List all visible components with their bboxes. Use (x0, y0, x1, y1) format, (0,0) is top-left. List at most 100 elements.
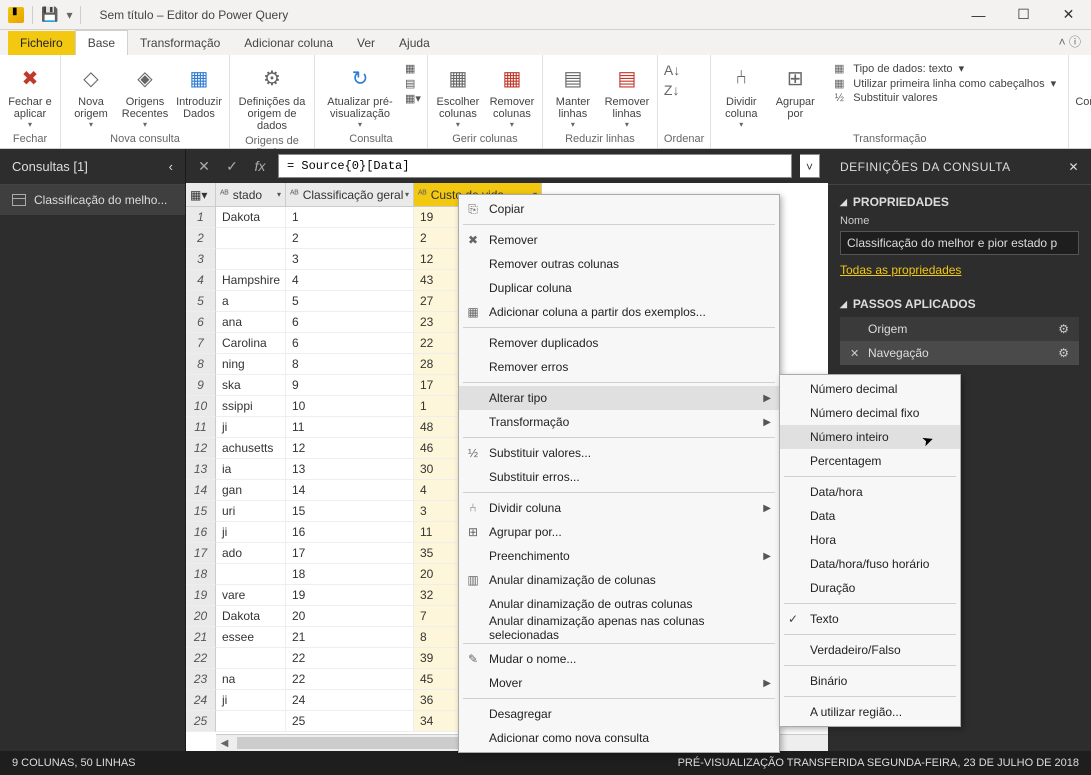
row-number[interactable]: 7 (186, 333, 216, 354)
minimize-button[interactable]: — (956, 0, 1001, 30)
applied-steps-section[interactable]: PASSOS APLICADOS (840, 297, 1079, 311)
row-number[interactable]: 4 (186, 270, 216, 291)
formula-expand[interactable]: ˅ (800, 154, 820, 178)
cell[interactable]: 3 (286, 249, 414, 270)
refresh-preview-button[interactable]: ↻Atualizar pré-visualização▾ (321, 58, 399, 129)
sort-desc-button[interactable]: Z↓ (664, 82, 680, 98)
context-menu-item[interactable]: Alterar tipo▶ (459, 386, 779, 410)
cell[interactable]: 14 (286, 480, 414, 501)
delete-step-icon[interactable]: ✕ (850, 347, 859, 360)
cell[interactable]: ji (216, 417, 286, 438)
context-menu-item[interactable]: ⊞Agrupar por... (459, 520, 779, 544)
row-number[interactable]: 21 (186, 627, 216, 648)
context-menu-item[interactable]: Anular dinamização de outras colunas (459, 592, 779, 616)
cell[interactable]: Dakota (216, 207, 286, 228)
row-number[interactable]: 8 (186, 354, 216, 375)
cell[interactable]: 21 (286, 627, 414, 648)
submenu-item[interactable]: Texto (780, 607, 960, 631)
cell[interactable]: Carolina (216, 333, 286, 354)
fx-icon[interactable]: fx (250, 158, 270, 174)
submenu-item[interactable]: Verdadeiro/Falso (780, 638, 960, 662)
choose-columns-button[interactable]: ▦Escolher colunas▾ (434, 58, 482, 129)
cell[interactable]: 1 (286, 207, 414, 228)
corner-header[interactable]: ▦▾ (186, 183, 216, 207)
gear-icon[interactable]: ⚙ (1058, 322, 1069, 336)
row-number[interactable]: 18 (186, 564, 216, 585)
context-menu-item[interactable]: Anular dinamização apenas nas colunas se… (459, 616, 779, 640)
tab-file[interactable]: Ficheiro (8, 31, 75, 55)
cell[interactable]: 12 (286, 438, 414, 459)
submenu-item[interactable]: Data (780, 504, 960, 528)
cell[interactable]: 19 (286, 585, 414, 606)
context-menu-item[interactable]: Duplicar coluna (459, 276, 779, 300)
cell[interactable]: vare (216, 585, 286, 606)
new-source-button[interactable]: ◇Nova origem▾ (67, 58, 115, 129)
cell[interactable]: 11 (286, 417, 414, 438)
cell[interactable] (216, 648, 286, 669)
row-number[interactable]: 14 (186, 480, 216, 501)
cell[interactable]: 20 (286, 606, 414, 627)
row-number[interactable]: 5 (186, 291, 216, 312)
cell[interactable]: 24 (286, 690, 414, 711)
query-item[interactable]: Classificação do melho... (0, 185, 185, 215)
cell[interactable]: achusetts (216, 438, 286, 459)
row-number[interactable]: 9 (186, 375, 216, 396)
close-apply-button[interactable]: ✖ Fechar e aplicar▾ (6, 58, 54, 129)
submenu-item[interactable]: Duração (780, 576, 960, 600)
cell[interactable]: uri (216, 501, 286, 522)
row-number[interactable]: 11 (186, 417, 216, 438)
cell[interactable]: 5 (286, 291, 414, 312)
data-source-settings-button[interactable]: ⚙Definições da origem de dados (236, 58, 308, 132)
tab-help[interactable]: Ajuda (387, 31, 442, 55)
combine-button[interactable]: ▦Combinar▾ (1075, 58, 1091, 117)
remove-rows-button[interactable]: ▤Remover linhas▾ (603, 58, 651, 129)
tab-transform[interactable]: Transformação (128, 31, 232, 55)
row-number[interactable]: 24 (186, 690, 216, 711)
applied-step-selected[interactable]: ✕Navegação⚙ (840, 341, 1079, 365)
submenu-item[interactable]: Data/hora/fuso horário (780, 552, 960, 576)
accept-formula-icon[interactable]: ✓ (222, 158, 242, 175)
context-menu-item[interactable]: Transformação▶ (459, 410, 779, 434)
context-menu-item[interactable]: Remover erros (459, 355, 779, 379)
row-number[interactable]: 12 (186, 438, 216, 459)
row-number[interactable]: 19 (186, 585, 216, 606)
cell[interactable]: 13 (286, 459, 414, 480)
cell[interactable]: ska (216, 375, 286, 396)
cell[interactable]: 6 (286, 333, 414, 354)
row-number[interactable]: 15 (186, 501, 216, 522)
cell[interactable] (216, 711, 286, 732)
cell[interactable]: ssippi (216, 396, 286, 417)
cell[interactable]: 22 (286, 648, 414, 669)
cell[interactable]: Dakota (216, 606, 286, 627)
properties-mini[interactable]: ▦ (405, 62, 421, 75)
context-menu-item[interactable]: ✖Remover (459, 228, 779, 252)
cell[interactable]: 15 (286, 501, 414, 522)
split-column-button[interactable]: ⑃Dividir coluna▾ (717, 58, 765, 129)
queries-collapse-icon[interactable]: ‹ (169, 159, 173, 174)
cell[interactable]: 10 (286, 396, 414, 417)
manage-mini[interactable]: ▦▾ (405, 92, 421, 105)
context-menu-item[interactable]: ⎘Copiar (459, 197, 779, 221)
cell[interactable]: 22 (286, 669, 414, 690)
row-number[interactable]: 20 (186, 606, 216, 627)
cancel-formula-icon[interactable]: ✕ (194, 158, 214, 175)
context-menu-item[interactable]: ▥Anular dinamização de colunas (459, 568, 779, 592)
cell[interactable]: 8 (286, 354, 414, 375)
maximize-button[interactable]: ☐ (1001, 0, 1046, 30)
cell[interactable]: 9 (286, 375, 414, 396)
cell[interactable]: gan (216, 480, 286, 501)
tab-view[interactable]: Ver (345, 31, 387, 55)
replace-values-button[interactable]: ½Substituir valores (831, 92, 1056, 104)
cell[interactable]: ado (216, 543, 286, 564)
context-menu-item[interactable]: Adicionar como nova consulta (459, 726, 779, 750)
row-number[interactable]: 17 (186, 543, 216, 564)
query-name-input[interactable] (840, 231, 1079, 255)
row-number[interactable]: 25 (186, 711, 216, 732)
enter-data-button[interactable]: ▦Introduzir Dados (175, 58, 223, 120)
row-number[interactable]: 10 (186, 396, 216, 417)
row-number[interactable]: 13 (186, 459, 216, 480)
recent-sources-button[interactable]: ◈Origens Recentes▾ (121, 58, 169, 129)
cell[interactable]: ning (216, 354, 286, 375)
submenu-item[interactable]: Hora (780, 528, 960, 552)
submenu-item[interactable]: A utilizar região... (780, 700, 960, 724)
